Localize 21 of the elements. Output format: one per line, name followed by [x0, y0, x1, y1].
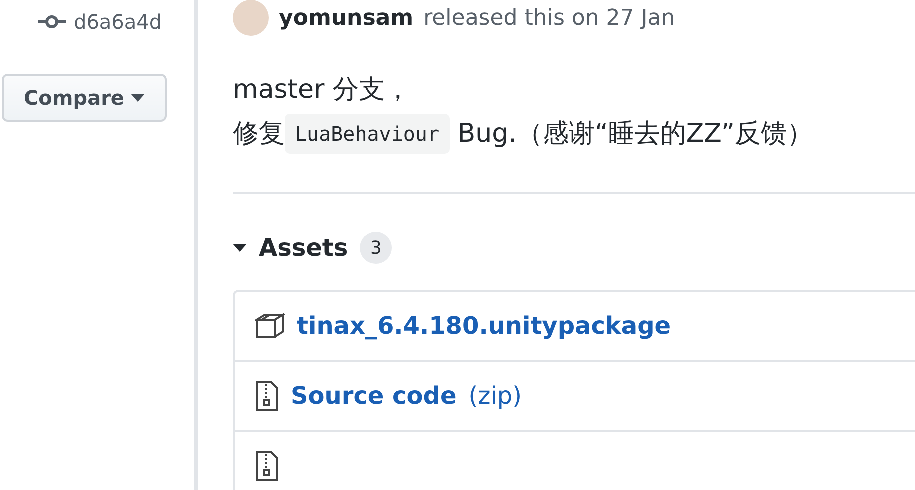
- asset-count: 3: [360, 232, 392, 264]
- asset-link[interactable]: tinax_6.4.180.unitypackage: [297, 312, 672, 340]
- author-name[interactable]: yomunsam: [279, 6, 414, 30]
- assets-title: Assets: [259, 234, 348, 262]
- body-text: 修复: [233, 118, 285, 151]
- inline-code: LuaBehaviour: [285, 114, 450, 154]
- release-byline: released this on 27 Jan: [424, 6, 676, 30]
- assets-toggle[interactable]: Assets 3: [233, 232, 915, 264]
- expand-caret-icon: [233, 244, 247, 252]
- avatar: [233, 0, 269, 36]
- body-text: Bug.（感谢“睡去的ZZ”反馈）: [456, 118, 813, 151]
- zip-file-icon: [255, 451, 279, 481]
- asset-format: (zip): [468, 382, 522, 410]
- compare-button[interactable]: Compare: [2, 74, 166, 122]
- body-text: master 分支，: [233, 74, 411, 107]
- asset-link[interactable]: Source code: [291, 382, 457, 410]
- box-icon: [255, 313, 285, 339]
- zip-file-icon: [255, 381, 279, 411]
- caret-icon: [130, 94, 144, 102]
- commit-icon: [38, 15, 66, 29]
- commit-hash[interactable]: d6a6a4d: [74, 10, 162, 34]
